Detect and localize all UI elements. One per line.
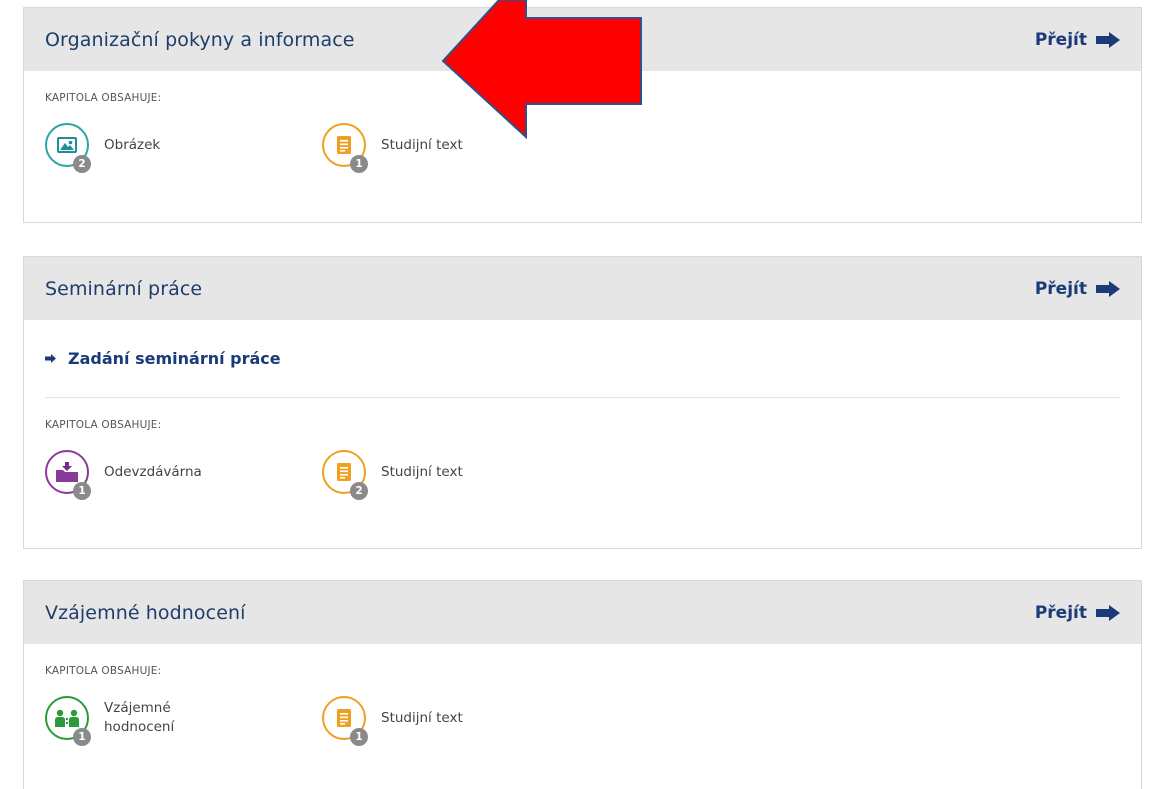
arrow-right-icon	[45, 354, 56, 363]
chapter-title[interactable]: Vzájemné hodnocení	[45, 602, 246, 624]
contains-label: KAPITOLA OBSAHUJE:	[45, 419, 162, 431]
count-badge: 1	[73, 482, 91, 500]
count-badge: 2	[73, 155, 91, 173]
go-label: Přejít	[1034, 602, 1087, 623]
count-badge: 2	[350, 482, 368, 500]
content-items: 1 Odevzdávárna 2 Studijní text	[45, 431, 1120, 527]
count-badge: 1	[350, 155, 368, 173]
count-badge: 1	[73, 728, 91, 746]
icon-wrap: 2	[45, 123, 91, 173]
content-item-study-text[interactable]: 1 Studijní text	[322, 696, 599, 746]
chapter-card: Vzájemné hodnocení Přejít KAPITOLA OBSAH…	[23, 580, 1142, 789]
content-item-study-text[interactable]: 1 Studijní text	[322, 123, 599, 173]
chapter-header: Vzájemné hodnocení Přejít	[24, 581, 1141, 644]
contains-label: KAPITOLA OBSAHUJE:	[45, 92, 162, 104]
chapter-title[interactable]: Seminární práce	[45, 278, 202, 300]
content-item-label: Studijní text	[381, 136, 463, 153]
content-item-label: Vzájemné hodnocení	[104, 700, 175, 735]
content-item-study-text[interactable]: 2 Studijní text	[322, 450, 599, 500]
arrow-right-icon	[1096, 604, 1120, 621]
content-items: 2 Obrázek 1 Studijní text	[45, 104, 1120, 200]
arrow-right-icon	[1096, 280, 1120, 297]
icon-wrap: 1	[322, 123, 368, 173]
subchapter-label: Zadání seminární práce	[68, 349, 281, 368]
count-badge: 1	[350, 728, 368, 746]
arrow-right-icon	[1096, 31, 1120, 48]
go-label: Přejít	[1034, 29, 1087, 50]
content-item-label: Obrázek	[104, 136, 161, 153]
chapter-card: Seminární práce Přejít Zadání seminární …	[23, 256, 1142, 549]
chapter-header: Organizační pokyny a informace Přejít	[24, 8, 1141, 71]
chapter-header: Seminární práce Přejít	[24, 257, 1141, 320]
content-item-peer-review[interactable]: 1 Vzájemné hodnocení	[45, 696, 322, 746]
content-items: 1 Vzájemné hodnocení 1 Studijní text	[45, 677, 1120, 773]
go-button[interactable]: Přejít	[1035, 603, 1120, 623]
icon-wrap: 1	[45, 450, 91, 500]
content-item-label: Studijní text	[381, 463, 463, 480]
chapter-body: KAPITOLA OBSAHUJE: 1 Vzájemné hodnocení …	[24, 644, 1141, 773]
go-button[interactable]: Přejít	[1035, 30, 1120, 50]
icon-wrap: 1	[45, 696, 91, 746]
go-label: Přejít	[1034, 278, 1087, 299]
subchapter-link[interactable]: Zadání seminární práce	[45, 320, 1120, 398]
content-item-submission[interactable]: 1 Odevzdávárna	[45, 450, 322, 500]
chapter-card: Organizační pokyny a informace Přejít KA…	[23, 7, 1142, 223]
icon-wrap: 2	[322, 450, 368, 500]
go-button[interactable]: Přejít	[1035, 279, 1120, 299]
content-item-label: Studijní text	[381, 709, 463, 726]
content-item-image[interactable]: 2 Obrázek	[45, 123, 322, 173]
chapter-title[interactable]: Organizační pokyny a informace	[45, 29, 355, 51]
content-item-label: Odevzdávárna	[104, 463, 202, 480]
icon-wrap: 1	[322, 696, 368, 746]
chapter-body: Zadání seminární práce KAPITOLA OBSAHUJE…	[24, 320, 1141, 527]
contains-label: KAPITOLA OBSAHUJE:	[45, 665, 162, 677]
chapter-body: KAPITOLA OBSAHUJE: 2 Obrázek 1 Studijní …	[24, 71, 1141, 200]
